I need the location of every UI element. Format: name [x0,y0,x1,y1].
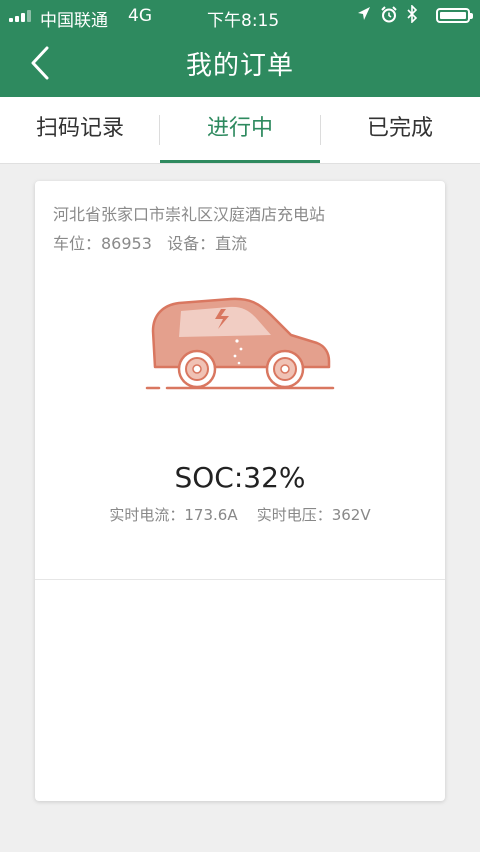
order-tabs: 扫码记录 进行中 已完成 [0,97,480,164]
status-icons [357,5,418,23]
page-title: 我的订单 [185,51,294,81]
charging-car-icon [145,297,335,390]
tab-scan-records[interactable]: 扫码记录 [0,97,160,163]
spot-device-info: 车位：86953 设备：直流 [53,230,247,254]
order-card[interactable]: 河北省张家口市崇礼区汉庭酒店充电站 车位：86953 设备：直流 SOC:32%… [35,181,445,801]
alarm-icon [381,5,397,22]
app-header: 中国联通 4G 下午8:15 我的订单 [0,0,480,97]
charging-metrics: 实时电流：173.6A 实时电压：362V [35,504,445,525]
realtime-current: 实时电流：173.6A [109,506,238,524]
device-type: 设备：直流 [167,234,248,253]
tab-in-progress[interactable]: 进行中 [160,97,320,163]
carrier-name: 中国联通 [40,11,108,31]
network-type: 4G [128,6,152,26]
tab-completed[interactable]: 已完成 [320,97,480,163]
parking-spot: 车位：86953 [53,234,152,253]
bluetooth-icon [407,5,418,23]
status-time: 下午8:15 [207,11,280,31]
soc-value: SOC:32% [174,461,306,494]
status-bar: 中国联通 4G 下午8:15 [0,0,480,32]
location-arrow-icon [358,7,370,20]
signal-strength-icon [9,10,37,22]
card-divider [35,579,445,580]
battery-icon [436,8,473,23]
station-name: 河北省张家口市崇礼区汉庭酒店充电站 [53,205,326,224]
realtime-voltage: 实时电压：362V [256,506,371,524]
